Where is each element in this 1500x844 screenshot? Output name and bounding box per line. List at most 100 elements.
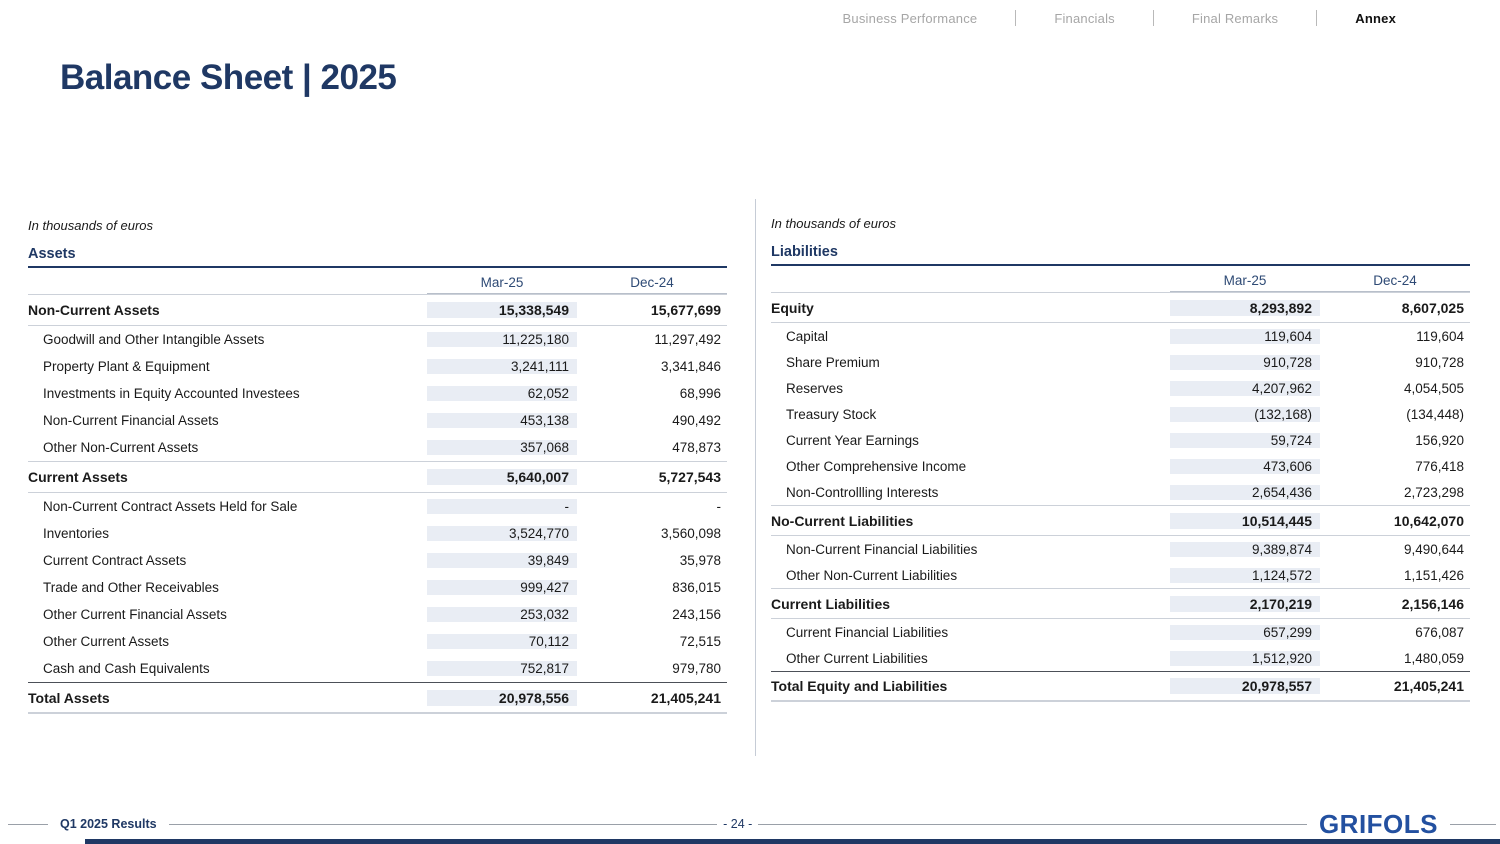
nav-item-business-performance[interactable]: Business Performance <box>805 11 1016 26</box>
row-label: Property Plant & Equipment <box>28 359 427 374</box>
row-value-mar25: 657,299 <box>1170 625 1320 640</box>
row-value-dec24: 776,418 <box>1320 459 1470 474</box>
row-value-dec24: 10,642,070 <box>1320 513 1470 529</box>
page-title: Balance Sheet | 2025 <box>60 58 396 98</box>
nav-item-final-remarks[interactable]: Final Remarks <box>1154 11 1316 26</box>
row-value-dec24: 3,341,846 <box>577 359 727 374</box>
row-label: Capital <box>771 329 1170 344</box>
table-row: Cash and Cash Equivalents 752,817 979,78… <box>28 655 727 682</box>
nav-item-financials[interactable]: Financials <box>1016 11 1153 26</box>
row-value-mar25: 4,207,962 <box>1170 381 1320 396</box>
liabilities-section-title: Liabilities <box>771 244 1470 266</box>
row-label: Goodwill and Other Intangible Assets <box>28 332 427 347</box>
table-row: Other Non-Current Liabilities 1,124,572 … <box>771 562 1470 588</box>
table-divider <box>755 199 756 756</box>
nav-item-annex[interactable]: Annex <box>1317 11 1434 26</box>
row-label: Inventories <box>28 526 427 541</box>
row-value-mar25: 357,068 <box>427 440 577 455</box>
row-value-mar25: 1,124,572 <box>1170 568 1320 583</box>
row-label: Cash and Cash Equivalents <box>28 661 427 676</box>
row-label: Current Assets <box>28 469 427 485</box>
table-row: Reserves 4,207,962 4,054,505 <box>771 375 1470 401</box>
row-value-mar25: 20,978,557 <box>1170 678 1320 694</box>
assets-table: In thousands of euros Assets Mar-25 Dec-… <box>28 218 727 714</box>
row-value-mar25: 62,052 <box>427 386 577 401</box>
row-label: Share Premium <box>771 355 1170 370</box>
row-value-mar25: 9,389,874 <box>1170 542 1320 557</box>
row-value-mar25: 1,512,920 <box>1170 651 1320 666</box>
row-label: Investments in Equity Accounted Investee… <box>28 386 427 401</box>
table-row: Total Assets 20,978,556 21,405,241 <box>28 682 727 714</box>
row-value-mar25: 39,849 <box>427 553 577 568</box>
column-header-mar25: Mar-25 <box>1170 273 1320 292</box>
row-value-dec24: 2,156,146 <box>1320 596 1470 612</box>
row-value-mar25: 3,524,770 <box>427 526 577 541</box>
row-value-dec24: 1,480,059 <box>1320 651 1470 666</box>
row-value-dec24: 2,723,298 <box>1320 485 1470 500</box>
row-value-mar25: 2,170,219 <box>1170 596 1320 612</box>
row-value-dec24: 836,015 <box>577 580 727 595</box>
page-number: - 24 - <box>723 817 752 831</box>
row-value-mar25: 15,338,549 <box>427 302 577 318</box>
table-row: Current Year Earnings 59,724 156,920 <box>771 427 1470 453</box>
row-value-dec24: 243,156 <box>577 607 727 622</box>
row-label: Current Financial Liabilities <box>771 625 1170 640</box>
row-label: Reserves <box>771 381 1170 396</box>
table-row: Share Premium 910,728 910,728 <box>771 349 1470 375</box>
row-value-dec24: 676,087 <box>1320 625 1470 640</box>
row-value-dec24: 72,515 <box>577 634 727 649</box>
grifols-logo: GRIFOLS <box>1319 809 1438 840</box>
row-value-dec24: 3,560,098 <box>577 526 727 541</box>
liabilities-rows: Equity 8,293,892 8,607,025 Capital 119,6… <box>771 292 1470 702</box>
row-value-dec24: 9,490,644 <box>1320 542 1470 557</box>
table-row: Non-Current Financial Assets 453,138 490… <box>28 407 727 434</box>
row-label: Total Assets <box>28 690 427 706</box>
row-value-dec24: 910,728 <box>1320 355 1470 370</box>
row-value-dec24: 490,492 <box>577 413 727 428</box>
table-row: Capital 119,604 119,604 <box>771 323 1470 349</box>
table-row: Property Plant & Equipment 3,241,111 3,3… <box>28 353 727 380</box>
table-row: Current Contract Assets 39,849 35,978 <box>28 547 727 574</box>
row-label: Other Current Liabilities <box>771 651 1170 666</box>
row-value-dec24: 156,920 <box>1320 433 1470 448</box>
table-row: Total Equity and Liabilities 20,978,557 … <box>771 671 1470 702</box>
assets-units-note: In thousands of euros <box>28 218 727 233</box>
row-value-dec24: - <box>577 499 727 514</box>
table-row: Non-Current Financial Liabilities 9,389,… <box>771 536 1470 562</box>
row-label: Non-Current Contract Assets Held for Sal… <box>28 499 427 514</box>
row-label: Non-Current Financial Assets <box>28 413 427 428</box>
row-value-mar25: 119,604 <box>1170 329 1320 344</box>
table-row: Investments in Equity Accounted Investee… <box>28 380 727 407</box>
row-label: Non-Current Financial Liabilities <box>771 542 1170 557</box>
table-row: Current Liabilities 2,170,219 2,156,146 <box>771 588 1470 619</box>
table-row: Other Current Liabilities 1,512,920 1,48… <box>771 645 1470 671</box>
row-value-dec24: 979,780 <box>577 661 727 676</box>
row-value-dec24: 119,604 <box>1320 329 1470 344</box>
table-row: Trade and Other Receivables 999,427 836,… <box>28 574 727 601</box>
row-value-dec24: 21,405,241 <box>577 690 727 706</box>
column-header-dec24: Dec-24 <box>577 275 727 294</box>
row-value-mar25: 3,241,111 <box>427 359 577 374</box>
row-value-dec24: 11,297,492 <box>577 332 727 347</box>
table-row: Current Financial Liabilities 657,299 67… <box>771 619 1470 645</box>
row-label: Other Current Assets <box>28 634 427 649</box>
row-label: Other Comprehensive Income <box>771 459 1170 474</box>
row-label: Non-Controllling Interests <box>771 485 1170 500</box>
row-value-mar25: 752,817 <box>427 661 577 676</box>
row-value-mar25: 11,225,180 <box>427 332 577 347</box>
footer-line <box>758 824 1307 825</box>
row-label: Current Contract Assets <box>28 553 427 568</box>
assets-rows: Non-Current Assets 15,338,549 15,677,699… <box>28 294 727 714</box>
footer-line <box>1450 824 1496 825</box>
row-label: Other Non-Current Liabilities <box>771 568 1170 583</box>
row-value-mar25: 5,640,007 <box>427 469 577 485</box>
table-row: Inventories 3,524,770 3,560,098 <box>28 520 727 547</box>
table-row: Non-Current Assets 15,338,549 15,677,699 <box>28 294 727 326</box>
row-label: Other Non-Current Assets <box>28 440 427 455</box>
row-value-mar25: 59,724 <box>1170 433 1320 448</box>
bottom-accent-bar <box>85 839 1500 844</box>
column-header-mar25: Mar-25 <box>427 275 577 294</box>
row-value-dec24: 478,873 <box>577 440 727 455</box>
footer-line <box>8 824 48 825</box>
row-label: Non-Current Assets <box>28 302 427 318</box>
